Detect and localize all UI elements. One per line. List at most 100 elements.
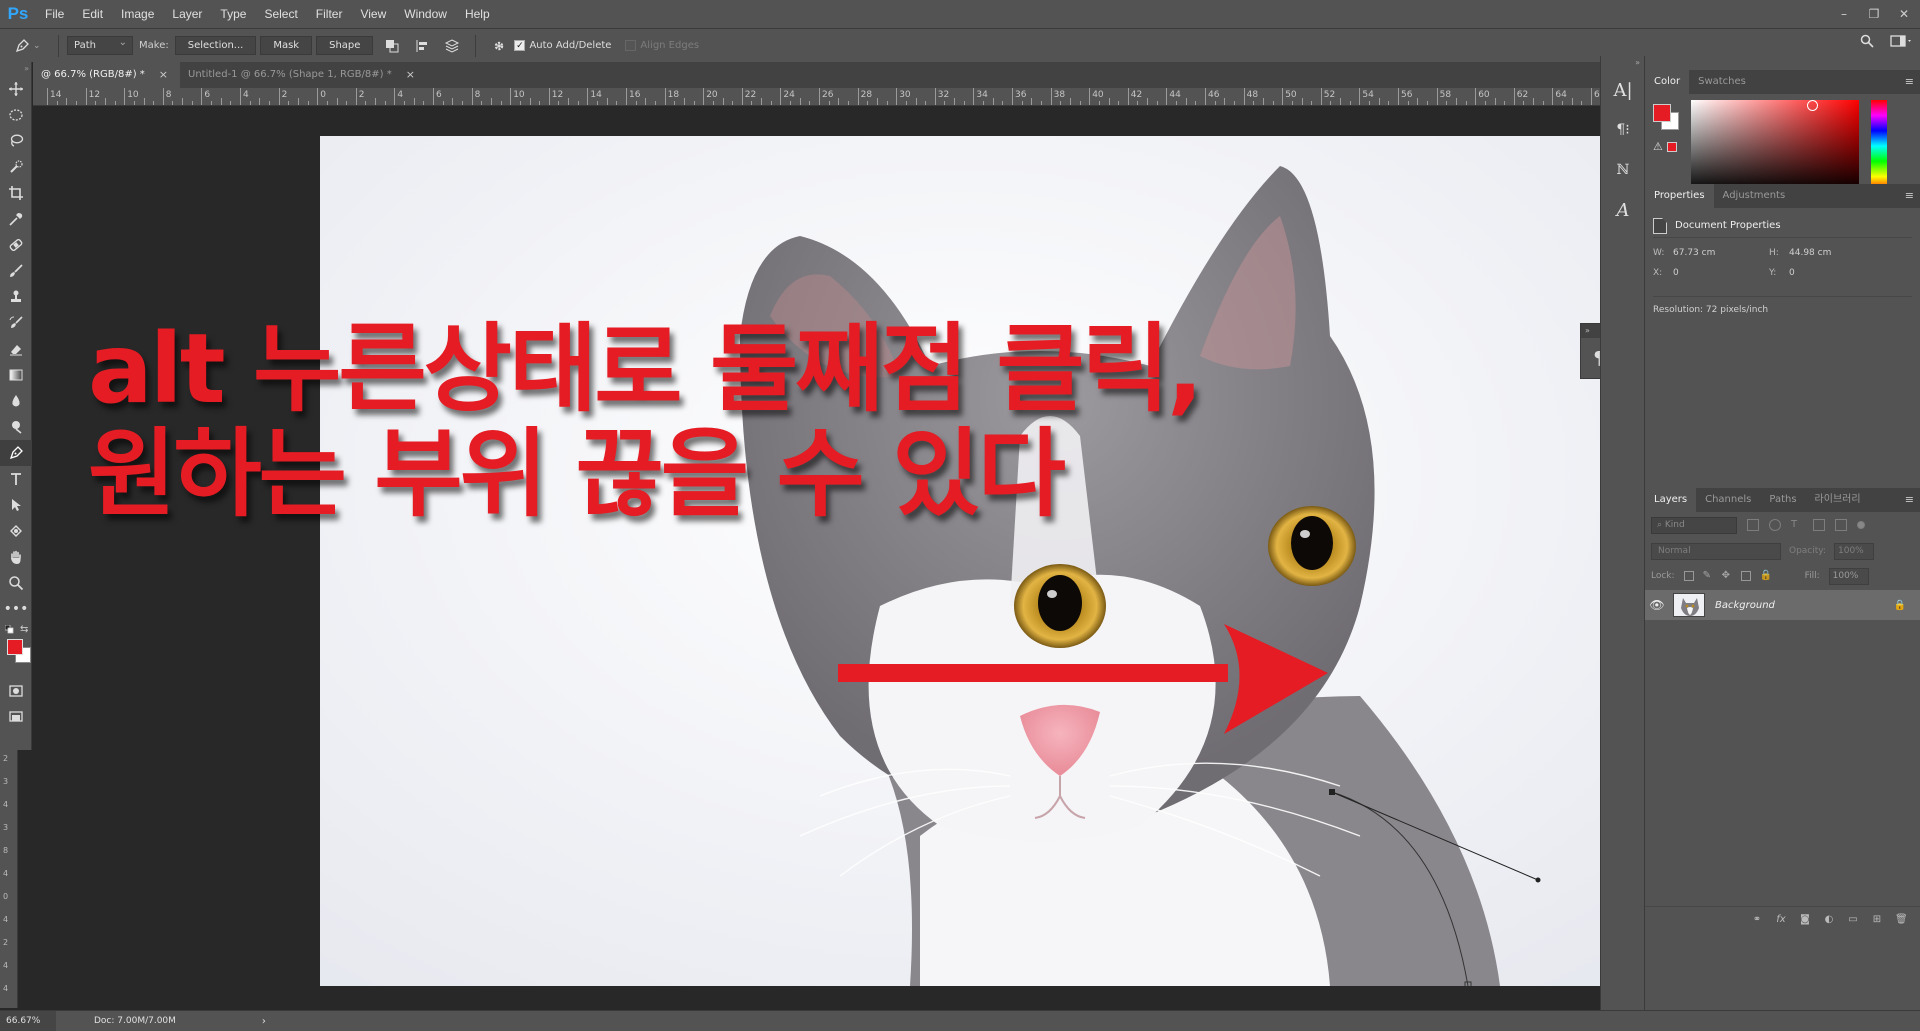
new-layer-icon[interactable]: ⊞ [1871,914,1883,926]
menu-edit[interactable]: Edit [73,0,112,28]
auto-add-delete-checkbox[interactable]: ✓ Auto Add/Delete [514,40,611,51]
gamut-swatch[interactable] [1667,142,1677,152]
layer-row-background[interactable]: 👁 Background 🔒 [1645,590,1920,620]
lock-transparent-icon[interactable] [1683,571,1694,581]
layer-name[interactable]: Background [1715,600,1894,611]
gamut-warning-icon[interactable]: ⚠ [1653,140,1663,153]
link-layers-icon[interactable]: ⚭ [1751,914,1763,926]
blur-tool[interactable] [0,388,32,414]
menu-file[interactable]: File [36,0,73,28]
tab-properties[interactable]: Properties [1645,184,1714,208]
foreground-background-swatches[interactable]: ⇆ [0,622,32,678]
more-tools[interactable]: ••• [0,596,32,622]
character-styles-button[interactable]: ℕ [1601,150,1645,190]
menu-filter[interactable]: Filter [307,0,352,28]
path-selection-tool[interactable] [0,492,32,518]
paragraph-styles-button[interactable]: ¶⁝ [1601,110,1645,150]
tab-color[interactable]: Color [1645,70,1690,94]
canvas-area[interactable]: alt 누른상태로 둘째점 클릭, 원하는 부위 끊을 수 있다 [33,106,1600,1010]
zoom-level-input[interactable]: 66.67% [0,1010,56,1031]
height-value[interactable]: 44.98 cm [1789,248,1831,258]
tab-libraries[interactable]: 라이브러리 [1806,488,1870,512]
menu-layer[interactable]: Layer [163,0,211,28]
lock-image-icon[interactable]: ✎ [1703,571,1713,581]
expand-panels-icon[interactable]: » [1601,56,1644,70]
clone-stamp-tool[interactable] [0,284,32,310]
add-mask-icon[interactable]: ◙ [1799,914,1811,926]
chevron-right-icon[interactable]: › [262,1016,266,1027]
menu-window[interactable]: Window [395,0,456,28]
gradient-tool[interactable] [0,362,32,388]
panel-menu-icon[interactable]: ≡ [1905,493,1914,506]
menu-help[interactable]: Help [456,0,499,28]
x-value[interactable]: 0 [1673,268,1679,278]
character-panel-button[interactable]: A| [1601,70,1645,110]
y-value[interactable]: 0 [1789,268,1795,278]
path-mode-select[interactable]: Path [67,34,133,55]
vertical-ruler[interactable]: 2 3 4 3 8 4 0 4 2 4 4 [0,750,18,1008]
tool-preset-picker[interactable]: ⌄ [14,35,50,57]
close-icon[interactable]: × [406,62,415,88]
minimize-icon[interactable]: – [1834,6,1854,22]
filter-smart-object-icon[interactable] [1835,519,1847,531]
trash-icon[interactable]: 🗑 [1895,914,1908,926]
gear-icon[interactable] [489,36,509,56]
zoom-tool[interactable] [0,570,32,596]
history-brush-tool[interactable] [0,310,32,336]
search-icon[interactable] [1860,34,1874,48]
color-picker-ring[interactable] [1807,100,1818,111]
workspace-icon[interactable] [1890,34,1912,48]
glyphs-button[interactable]: A [1601,190,1645,230]
filter-shape-icon[interactable] [1813,519,1825,531]
quick-selection-tool[interactable] [0,154,32,180]
close-window-icon[interactable]: ✕ [1894,6,1914,22]
tab-adjustments[interactable]: Adjustments [1714,184,1795,208]
quick-mask-button[interactable] [0,678,32,704]
opacity-input[interactable]: 100% [1834,542,1874,560]
align-edges-checkbox[interactable]: Align Edges [625,40,699,51]
lock-position-icon[interactable]: ✥ [1722,571,1732,581]
document-canvas[interactable] [320,136,1600,986]
panel-menu-icon[interactable]: ≡ [1905,75,1914,88]
filter-adjustment-icon[interactable] [1769,519,1781,531]
foreground-color[interactable] [7,639,23,655]
hue-slider[interactable] [1871,100,1887,192]
make-selection-button[interactable]: Selection... [174,36,257,55]
lock-artboard-icon[interactable] [1740,571,1751,581]
tab-channels[interactable]: Channels [1696,488,1760,512]
collapse-icon[interactable]: » [0,62,31,76]
menu-type[interactable]: Type [211,0,255,28]
width-value[interactable]: 67.73 cm [1673,248,1715,258]
panel-menu-icon[interactable]: ≡ [1905,189,1914,202]
blend-mode-select[interactable]: Normal [1651,542,1781,560]
path-operations-icon[interactable] [382,36,402,56]
pen-tool[interactable] [0,440,32,466]
make-mask-button[interactable]: Mask [260,36,313,55]
eyedropper-tool[interactable] [0,206,32,232]
brush-tool[interactable] [0,258,32,284]
tab-paths[interactable]: Paths [1760,488,1805,512]
lasso-tool[interactable] [0,128,32,154]
make-shape-button[interactable]: Shape [316,36,374,55]
kind-filter-select[interactable]: ⌕ Kind [1651,516,1737,534]
hand-tool[interactable] [0,544,32,570]
tab-layers[interactable]: Layers [1645,488,1697,512]
menu-select[interactable]: Select [255,0,306,28]
tab-swatches[interactable]: Swatches [1689,70,1755,94]
default-colors-icon[interactable] [5,625,14,634]
healing-brush-tool[interactable] [0,232,32,258]
crop-tool[interactable] [0,180,32,206]
layer-style-icon[interactable]: fx [1775,914,1787,926]
fill-input[interactable]: 100% [1828,567,1869,585]
menu-view[interactable]: View [351,0,395,28]
dodge-tool[interactable] [0,414,32,440]
restore-icon[interactable]: ❐ [1864,6,1884,22]
eraser-tool[interactable] [0,336,32,362]
swap-colors-icon[interactable]: ⇆ [20,624,28,635]
eye-icon[interactable]: 👁 [1645,598,1669,612]
new-group-icon[interactable]: ▭ [1847,914,1859,926]
path-arrangement-icon[interactable] [442,36,462,56]
close-icon[interactable]: × [159,62,168,88]
path-alignment-icon[interactable] [412,36,432,56]
foreground-color[interactable] [1653,104,1671,122]
